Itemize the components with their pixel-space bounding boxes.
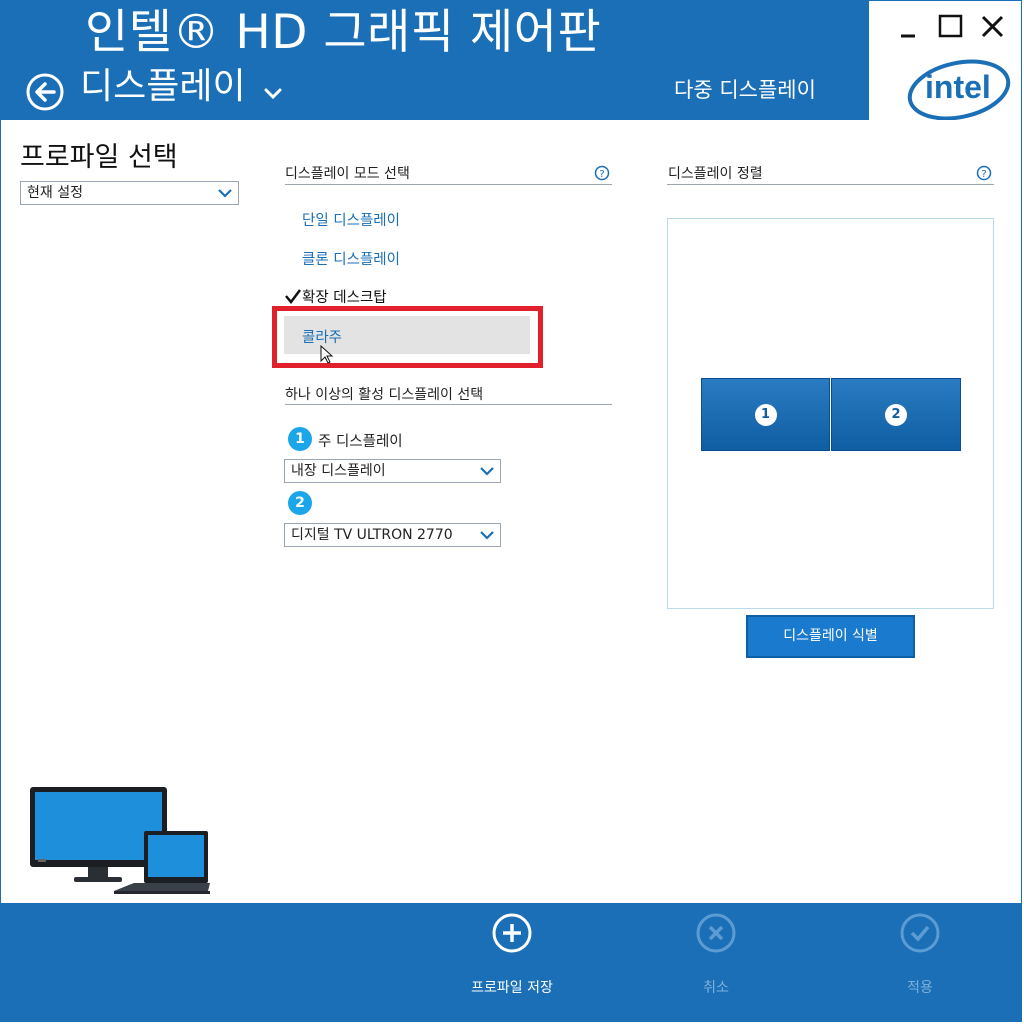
back-arrow-icon[interactable] <box>26 73 64 111</box>
chevron-down-icon <box>480 467 494 476</box>
window-controls <box>894 12 1014 42</box>
intel-logo: intel <box>907 59 1011 120</box>
profile-title: 프로파일 선택 <box>20 142 178 173</box>
primary-display-label: 주 디스플레이 <box>318 434 403 450</box>
apply-label: 적용 <box>907 980 933 996</box>
plus-circle-icon <box>492 913 532 953</box>
display-number-badge: 1 <box>288 427 312 451</box>
arrangement-heading: 디스플레이 정렬 <box>668 166 763 182</box>
cancel-button[interactable]: 취소 <box>656 910 776 1000</box>
svg-text:intel: intel <box>925 69 991 105</box>
chevron-down-icon <box>480 531 494 540</box>
checkmark-icon <box>285 289 301 304</box>
identify-displays-button[interactable]: 디스플레이 식별 <box>746 615 915 658</box>
cancel-label: 취소 <box>703 980 729 996</box>
display1-select[interactable]: 내장 디스플레이 <box>284 459 501 483</box>
mode-heading: 디스플레이 모드 선택 <box>285 166 410 182</box>
mouse-cursor-icon <box>320 345 334 364</box>
profile-select-value: 현재 설정 <box>27 185 83 201</box>
divider <box>667 184 994 185</box>
close-circle-icon <box>696 913 736 953</box>
close-icon[interactable] <box>978 12 1008 42</box>
save-profile-label: 프로파일 저장 <box>471 980 553 996</box>
active-heading: 하나 이상의 활성 디스플레이 선택 <box>285 387 484 403</box>
tab-multi-display[interactable]: 다중 디스플레이 <box>674 76 816 104</box>
profile-select[interactable]: 현재 설정 <box>20 181 239 205</box>
page-title[interactable]: 디스플레이 <box>80 64 246 110</box>
display1-select-value: 내장 디스플레이 <box>291 463 386 479</box>
divider <box>285 184 612 185</box>
save-profile-button[interactable]: 프로파일 저장 <box>452 910 572 1000</box>
help-icon[interactable]: ? <box>594 165 610 181</box>
minimize-icon[interactable] <box>894 12 924 42</box>
divider <box>285 404 612 405</box>
check-circle-icon <box>900 913 940 953</box>
maximize-icon[interactable] <box>936 12 966 42</box>
mode-option-clone[interactable]: 클론 디스플레이 <box>302 248 400 269</box>
display-number-badge: 2 <box>288 491 312 515</box>
display2-select[interactable]: 디지털 TV ULTRON 2770 <box>284 523 501 547</box>
chevron-down-icon[interactable] <box>262 82 284 104</box>
display2-select-value: 디지털 TV ULTRON 2770 <box>291 527 453 543</box>
monitor-tile-2[interactable]: 2 <box>831 378 961 451</box>
svg-text:?: ? <box>981 169 986 180</box>
help-icon[interactable]: ? <box>976 165 992 181</box>
computer-illustration <box>30 787 210 894</box>
mode-option-collage[interactable]: 콜라주 <box>302 326 342 347</box>
app-title: 인텔® HD 그래픽 제어판 <box>85 5 602 60</box>
mode-option-single[interactable]: 단일 디스플레이 <box>302 209 400 230</box>
apply-button[interactable]: 적용 <box>860 910 980 1000</box>
monitor-tile-1[interactable]: 1 <box>701 378 830 451</box>
svg-text:?: ? <box>599 169 604 180</box>
monitor-number: 2 <box>885 403 907 426</box>
chevron-down-icon <box>218 189 232 198</box>
mode-option-extended[interactable]: 확장 데스크탑 <box>302 286 387 307</box>
monitor-number: 1 <box>754 403 777 426</box>
